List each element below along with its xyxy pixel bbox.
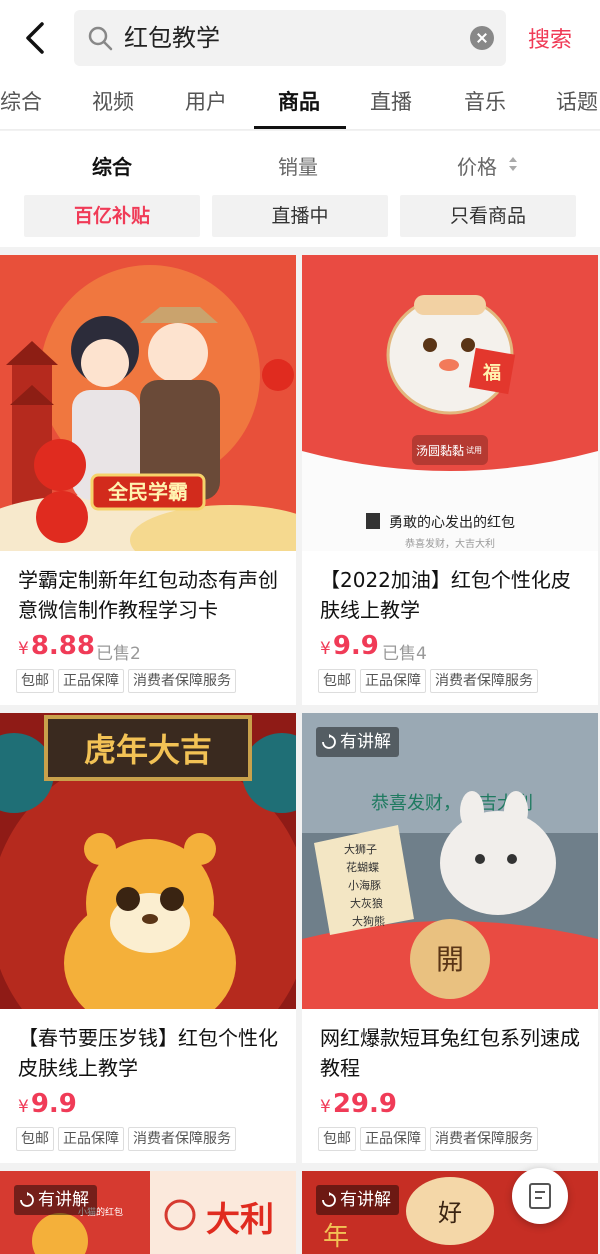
sort-sales[interactable]: 销量 bbox=[278, 151, 318, 180]
image-name-5: 大狗熊 bbox=[352, 914, 385, 928]
tab-topics[interactable]: 话题 bbox=[556, 86, 598, 116]
product-tags: 包邮 正品保障 消费者保障服务 bbox=[16, 669, 236, 693]
product-price: ¥29.9 bbox=[320, 1089, 397, 1119]
sort-comprehensive[interactable]: 综合 bbox=[92, 151, 132, 180]
replay-icon bbox=[322, 734, 336, 749]
image-text: 年 bbox=[323, 1222, 349, 1252]
explain-label: 有讲解 bbox=[316, 727, 399, 757]
image-name-4: 大灰狼 bbox=[350, 896, 383, 910]
image-name-1: 大狮子 bbox=[344, 842, 377, 856]
clear-icon[interactable] bbox=[470, 26, 494, 50]
image-caption: 全民学霸 bbox=[107, 480, 188, 504]
sold-count: 已售2 bbox=[96, 644, 141, 664]
image-text: 大利 bbox=[206, 1200, 274, 1240]
explain-label: 有讲解 bbox=[316, 1185, 399, 1215]
product-price: ¥8.88 bbox=[18, 631, 95, 661]
tag-genuine: 正品保障 bbox=[58, 669, 124, 693]
filter-bar: 综合 销量 价格 百亿补贴 直播中 只看商品 bbox=[0, 131, 600, 247]
fu-sticker: 福 bbox=[482, 362, 501, 384]
chip-live[interactable]: 直播中 bbox=[212, 195, 388, 237]
explain-label: 有讲解 bbox=[14, 1185, 97, 1215]
product-card[interactable]: 恭喜发财，大吉大利 大狮子 花蝴蝶 小海豚 大灰狼 大狗熊 開 有讲解 网红爆款… bbox=[302, 713, 598, 1163]
image-name-2: 花蝴蝶 bbox=[346, 860, 379, 874]
tab-users[interactable]: 用户 bbox=[185, 86, 227, 116]
tab-live[interactable]: 直播 bbox=[370, 86, 412, 116]
chip-products-only[interactable]: 只看商品 bbox=[400, 195, 576, 237]
tag-genuine: 正品保障 bbox=[360, 1127, 426, 1151]
top-bar: 红包教学 搜索 bbox=[0, 0, 600, 78]
product-card[interactable]: 小猫的红包 大利 有讲解 bbox=[0, 1171, 296, 1254]
chip-subsidy[interactable]: 百亿补贴 bbox=[24, 195, 200, 237]
image-name-3: 小海豚 bbox=[348, 878, 381, 892]
product-image: 全民学霸 bbox=[0, 255, 296, 551]
category-tabs: 综合 视频 用户 商品 直播 音乐 话题 bbox=[0, 78, 600, 130]
product-price: ¥9.9 bbox=[18, 1089, 77, 1119]
product-image: 福 汤圆黏黏 试用 勇敢的心发出的红包 恭喜发财，大吉大利 bbox=[302, 255, 598, 551]
search-button[interactable]: 搜索 bbox=[528, 22, 572, 54]
product-tags: 包邮 正品保障 消费者保障服务 bbox=[16, 1127, 236, 1151]
product-price: ¥9.9 bbox=[320, 631, 379, 661]
image-bar-text: 汤圆黏黏 bbox=[416, 444, 464, 458]
search-icon bbox=[88, 26, 113, 51]
product-image: 恭喜发财，大吉大利 大狮子 花蝴蝶 小海豚 大灰狼 大狗熊 開 有讲解 bbox=[302, 713, 598, 1009]
image-caption: 勇敢的心发出的红包 bbox=[389, 515, 515, 531]
sort-arrows-icon bbox=[509, 157, 517, 171]
open-button-text: 開 bbox=[436, 943, 464, 976]
tag-consumer-protection: 消费者保障服务 bbox=[430, 669, 538, 693]
search-query: 红包教学 bbox=[124, 24, 220, 52]
product-tags: 包邮 正品保障 消费者保障服务 bbox=[318, 1127, 538, 1151]
product-image: 小猫的红包 大利 有讲解 bbox=[0, 1171, 296, 1254]
product-title: 学霸定制新年红包动态有声创意微信制作教程学习卡 bbox=[18, 568, 278, 622]
product-image: 虎年大吉 bbox=[0, 713, 296, 1009]
product-title: 网红爆款短耳兔红包系列速成教程 bbox=[320, 1026, 580, 1080]
edit-icon bbox=[529, 1183, 551, 1209]
tab-comprehensive[interactable]: 综合 bbox=[0, 86, 42, 116]
tag-consumer-protection: 消费者保障服务 bbox=[128, 669, 236, 693]
replay-icon bbox=[322, 1192, 336, 1207]
product-tags: 包邮 正品保障 消费者保障服务 bbox=[318, 669, 538, 693]
search-input[interactable]: 红包教学 bbox=[74, 10, 506, 66]
tag-genuine: 正品保障 bbox=[360, 669, 426, 693]
product-title: 【春节要压岁钱】红包个性化皮肤线上教学 bbox=[18, 1026, 278, 1080]
floating-edit-button[interactable] bbox=[512, 1168, 568, 1224]
product-card[interactable]: 福 汤圆黏黏 试用 勇敢的心发出的红包 恭喜发财，大吉大利 【2022加油】红包… bbox=[302, 255, 598, 705]
image-caption: 虎年大吉 bbox=[84, 731, 212, 769]
image-bar-badge: 试用 bbox=[466, 445, 482, 455]
tab-products[interactable]: 商品 bbox=[278, 86, 320, 116]
tag-free-shipping: 包邮 bbox=[318, 669, 356, 693]
sold-count: 已售4 bbox=[382, 644, 427, 664]
image-text: 好 bbox=[438, 1199, 462, 1227]
product-title: 【2022加油】红包个性化皮肤线上教学 bbox=[320, 568, 571, 622]
tag-genuine: 正品保障 bbox=[58, 1127, 124, 1151]
tag-free-shipping: 包邮 bbox=[16, 1127, 54, 1151]
tag-free-shipping: 包邮 bbox=[16, 669, 54, 693]
tag-consumer-protection: 消费者保障服务 bbox=[128, 1127, 236, 1151]
sort-price[interactable]: 价格 bbox=[457, 151, 497, 180]
back-arrow-icon[interactable] bbox=[18, 18, 54, 58]
active-tab-indicator bbox=[254, 126, 346, 129]
replay-icon bbox=[20, 1192, 34, 1207]
tag-consumer-protection: 消费者保障服务 bbox=[430, 1127, 538, 1151]
tab-music[interactable]: 音乐 bbox=[464, 86, 506, 116]
image-subcaption: 恭喜发财，大吉大利 bbox=[405, 537, 495, 550]
tab-video[interactable]: 视频 bbox=[92, 86, 134, 116]
product-card[interactable]: 虎年大吉 【春节要压岁钱】红包个性化皮肤线上教学 ¥9.9 包邮 正品保障 消费… bbox=[0, 713, 296, 1163]
product-card[interactable]: 全民学霸 学霸定制新年红包动态有声创意微信制作教程学习卡 ¥8.88 已售2 包… bbox=[0, 255, 296, 705]
tag-free-shipping: 包邮 bbox=[318, 1127, 356, 1151]
